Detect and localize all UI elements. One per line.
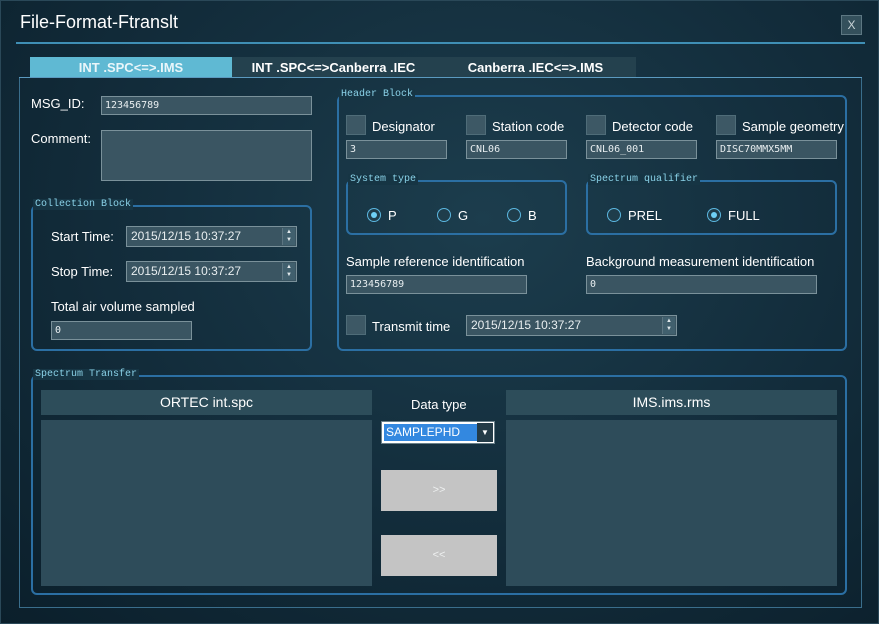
background-measurement-input[interactable]: 0	[586, 275, 817, 294]
data-type-label: Data type	[411, 397, 467, 412]
station-code-checkbox[interactable]	[466, 115, 486, 135]
msg-id-label: MSG_ID:	[31, 96, 85, 111]
transmit-time-label: Transmit time	[372, 319, 451, 334]
sample-geometry-input[interactable]: DISC70MMX5MM	[716, 140, 837, 159]
data-type-selected-value: SAMPLEPHD	[384, 424, 477, 441]
spin-down-icon[interactable]: ▼	[286, 272, 292, 278]
start-time-picker[interactable]: 2015/12/15 10:37:27 ▲ ▼	[126, 226, 297, 247]
title-divider	[16, 42, 865, 44]
transmit-time-picker[interactable]: 2015/12/15 10:37:27 ▲ ▼	[466, 315, 677, 336]
qualifier-prel-radio[interactable]	[607, 208, 621, 222]
stop-time-picker[interactable]: 2015/12/15 10:37:27 ▲ ▼	[126, 261, 297, 282]
header-block-title: Header Block	[339, 89, 416, 100]
system-type-b-label: B	[528, 208, 537, 223]
ims-list-header: IMS.ims.rms	[506, 390, 837, 415]
spin-down-icon[interactable]: ▼	[666, 326, 672, 332]
msg-id-input[interactable]: 123456789	[101, 96, 312, 115]
transmit-time-spinner[interactable]: ▲ ▼	[662, 317, 675, 334]
system-type-p-label: P	[388, 208, 397, 223]
spectrum-qualifier-title: Spectrum qualifier	[588, 174, 701, 185]
system-type-b-radio[interactable]	[507, 208, 521, 222]
spectrum-transfer-title: Spectrum Transfer	[33, 369, 140, 380]
tab-int-spc-canberra[interactable]: INT .SPC<=>Canberra .IEC	[232, 57, 435, 78]
qualifier-prel-label: PREL	[628, 208, 662, 223]
designator-input[interactable]: 3	[346, 140, 447, 159]
ortec-file-list[interactable]	[41, 420, 372, 586]
designator-label: Designator	[372, 119, 435, 134]
ims-file-list[interactable]	[506, 420, 837, 586]
comment-textarea[interactable]	[101, 130, 312, 181]
background-measurement-label: Background measurement identification	[586, 254, 815, 269]
comment-label: Comment:	[31, 131, 91, 146]
stop-time-value: 2015/12/15 10:37:27	[131, 264, 242, 278]
sample-geometry-label: Sample geometry	[742, 119, 844, 134]
spin-up-icon[interactable]: ▲	[666, 318, 672, 324]
qualifier-full-radio[interactable]	[707, 208, 721, 222]
system-type-title: System type	[348, 174, 419, 185]
detector-code-checkbox[interactable]	[586, 115, 606, 135]
spin-up-icon[interactable]: ▲	[286, 264, 292, 270]
start-time-label: Start Time:	[51, 229, 114, 244]
transmit-time-value: 2015/12/15 10:37:27	[471, 318, 582, 332]
station-code-input[interactable]: CNL06	[466, 140, 567, 159]
dropdown-arrow-icon[interactable]: ▼	[477, 423, 493, 442]
tab-canberra-ims[interactable]: Canberra .IEC<=>.IMS	[435, 57, 636, 78]
system-type-g-label: G	[458, 208, 469, 223]
window-title: File-Format-Ftranslt	[20, 12, 179, 32]
app-window: File-Format-Ftranslt X INT .SPC<=>.IMS I…	[0, 0, 879, 624]
station-code-label: Station code	[492, 119, 565, 134]
detector-code-label: Detector code	[612, 119, 693, 134]
qualifier-full-label: FULL	[728, 208, 760, 223]
stop-time-spinner[interactable]: ▲ ▼	[282, 263, 295, 280]
data-type-select[interactable]: SAMPLEPHD ▼	[381, 421, 495, 444]
spin-up-icon[interactable]: ▲	[286, 229, 292, 235]
ortec-list-header: ORTEC int.spc	[41, 390, 372, 415]
sample-geometry-checkbox[interactable]	[716, 115, 736, 135]
tab-int-spc-ims[interactable]: INT .SPC<=>.IMS	[30, 57, 232, 78]
designator-checkbox[interactable]	[346, 115, 366, 135]
system-type-g-radio[interactable]	[437, 208, 451, 222]
start-time-value: 2015/12/15 10:37:27	[131, 229, 242, 243]
stop-time-label: Stop Time:	[51, 264, 114, 279]
system-type-p-radio[interactable]	[367, 208, 381, 222]
sample-reference-label: Sample reference identification	[346, 254, 525, 269]
air-volume-input[interactable]: 0	[51, 321, 192, 340]
transmit-time-checkbox[interactable]	[346, 315, 366, 335]
collection-block-title: Collection Block	[33, 199, 134, 210]
air-volume-label: Total air volume sampled	[51, 299, 195, 314]
start-time-spinner[interactable]: ▲ ▼	[282, 228, 295, 245]
close-button[interactable]: X	[841, 15, 862, 35]
sample-reference-input[interactable]: 123456789	[346, 275, 527, 294]
transfer-back-button[interactable]: <<	[381, 535, 497, 576]
transfer-forward-button[interactable]: >>	[381, 470, 497, 511]
detector-code-input[interactable]: CNL06_001	[586, 140, 697, 159]
spin-down-icon[interactable]: ▼	[286, 237, 292, 243]
